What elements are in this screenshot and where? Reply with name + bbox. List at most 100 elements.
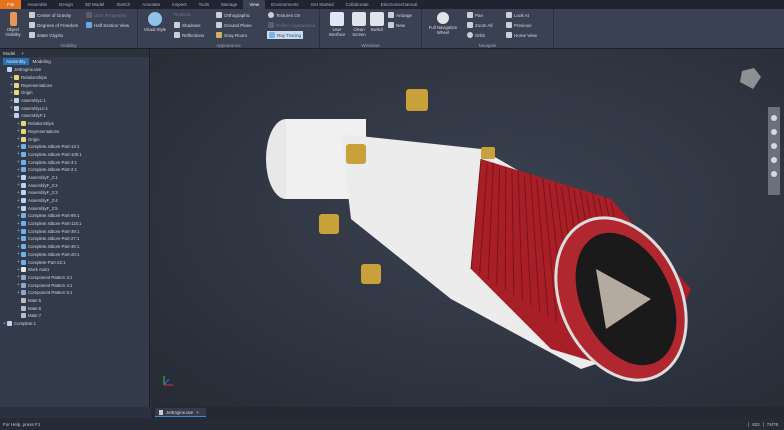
reflect-appearance-button[interactable]: Reflect Appearance	[268, 22, 315, 28]
tree-node[interactable]: + Relationships	[2, 74, 149, 82]
pan-button[interactable]: Pan	[467, 12, 483, 18]
tree-node-label: JetEngine.iam	[14, 67, 42, 73]
shadows-button[interactable]: Shadows	[174, 22, 201, 28]
orthographic-button[interactable]: Orthographic	[216, 12, 250, 18]
tree-node[interactable]: + Complete.stibom-Part-2:1	[2, 166, 149, 174]
user-iproperties-button[interactable]: User iProperties	[86, 12, 126, 18]
user-interface-button[interactable]: User Interface	[326, 12, 348, 37]
realistic-dropdown[interactable]: Realistic	[174, 12, 191, 17]
object-visibility-button[interactable]: Object Visibility	[2, 12, 24, 37]
tree-node[interactable]: + AssemblyF_2:5	[2, 204, 149, 212]
subtab-assembly[interactable]: Assembly	[3, 58, 29, 65]
steering-wheel-icon[interactable]	[771, 115, 777, 121]
tree-node[interactable]: + Complete.stibom-Part-27:1	[2, 235, 149, 243]
orbit-icon	[467, 32, 473, 38]
reflections-button[interactable]: Reflections	[174, 32, 204, 38]
tree-node[interactable]: + AssemblyF_2:3	[2, 189, 149, 197]
home-view-button[interactable]: Home View	[506, 32, 537, 38]
arrange-button[interactable]: Arrange	[388, 12, 412, 18]
visual-style-button[interactable]: Visual Style	[142, 12, 168, 32]
orbit-button[interactable]: Orbit	[467, 32, 485, 38]
zoom-all-button[interactable]: Zoom All	[467, 22, 493, 28]
tree-node[interactable]: + Complete.stibom-Part-20:1	[2, 251, 149, 259]
tab-sketch[interactable]: Sketch	[110, 0, 136, 9]
degrees-of-freedom-button[interactable]: Degrees of Freedom	[29, 22, 78, 28]
tree-node[interactable]: + Complete.stibom-Part-39:1	[2, 227, 149, 235]
tab-get-started[interactable]: Get Started	[305, 0, 340, 9]
panel-label: Appearance	[216, 43, 241, 48]
tree-node[interactable]: + Relationships	[2, 120, 149, 128]
navigation-bar[interactable]	[768, 107, 780, 195]
tree-node[interactable]: Mate:5	[2, 297, 149, 305]
gravity-icon	[29, 12, 35, 18]
subtab-modeling[interactable]: Modeling	[33, 59, 51, 64]
tree-node-label: Representations	[28, 128, 60, 134]
tab-environments[interactable]: Environments	[265, 0, 305, 9]
tab-collaborate[interactable]: Collaborate	[340, 0, 375, 9]
tree-node[interactable]: + AssemblyF_2:4	[2, 197, 149, 205]
tree-node[interactable]: + Component Pattern 3:1	[2, 274, 149, 282]
tree-node[interactable]: + Representations	[2, 81, 149, 89]
tree-node[interactable]: + Representations	[2, 128, 149, 136]
ray-tracing-button[interactable]: Ray Tracing	[267, 31, 304, 39]
tree-node[interactable]: + AssemblyLn:1	[2, 104, 149, 112]
tree-node[interactable]: + Work Axis1	[2, 266, 149, 274]
ground-plane-button[interactable]: Ground Plane	[216, 22, 252, 28]
document-tab-jetengine[interactable]: JetEngine.iam ×	[155, 408, 206, 417]
full-navigation-wheel-button[interactable]: Full Navigation Wheel	[426, 12, 460, 35]
tree-node[interactable]: − AssemblyF:1	[2, 112, 149, 120]
tree-node[interactable]: + Complete:1	[2, 320, 149, 328]
tab-assemble[interactable]: Assemble	[21, 0, 53, 9]
tree-node[interactable]: + Complete.stibom-Part-99:1	[2, 212, 149, 220]
tree-node[interactable]: + Component Pattern 5:1	[2, 289, 149, 297]
tree-node[interactable]: + Assembly1:1	[2, 97, 149, 105]
tree-node[interactable]: + Complete-Part-22:1	[2, 258, 149, 266]
viewcube[interactable]	[737, 67, 763, 91]
tab-annotate[interactable]: Annotate	[136, 0, 166, 9]
browser-title[interactable]: Model	[3, 51, 15, 56]
tree-node[interactable]: + Complete.stibom-Part-115:1	[2, 220, 149, 228]
tab-3d-model[interactable]: 3D Model	[79, 0, 110, 9]
zoom-icon[interactable]	[771, 143, 777, 149]
close-tab-icon[interactable]: ×	[196, 410, 199, 415]
look-at-icon[interactable]	[771, 171, 777, 177]
tree-node[interactable]: + Complete.stibom-Part-36:1	[2, 243, 149, 251]
switch-icon	[370, 12, 384, 26]
previous-view-button[interactable]: Previous	[506, 22, 532, 28]
clean-screen-button[interactable]: Clean Screen	[349, 12, 369, 37]
tab-manage[interactable]: Manage	[215, 0, 243, 9]
add-browser-tab-button[interactable]: +	[21, 51, 24, 56]
tree-node[interactable]: Mate:7	[2, 312, 149, 320]
tree-node[interactable]: Mate:6	[2, 304, 149, 312]
engine-body	[266, 119, 691, 382]
half-section-view-button[interactable]: Half Section View	[86, 22, 129, 28]
tree-node[interactable]: + Complete.stibom-Part-105:1	[2, 151, 149, 159]
imate-glyphs-button[interactable]: iMate Glyphs	[29, 32, 63, 38]
tab-tools[interactable]: Tools	[193, 0, 216, 9]
tree-node[interactable]: JetEngine.iam	[2, 66, 149, 74]
tree-node[interactable]: + Complete.stibom-Part-13:1	[2, 143, 149, 151]
tab-file[interactable]: File	[0, 0, 22, 9]
tree-node[interactable]: + AssemblyF_2:1	[2, 174, 149, 182]
tree-node[interactable]: + AssemblyF_2:2	[2, 181, 149, 189]
tree-node[interactable]: + Complete.stibom-Part-3:1	[2, 158, 149, 166]
look-at-button[interactable]: Look At	[506, 12, 529, 18]
gray-room-button[interactable]: Gray Room	[216, 32, 247, 38]
panel-label: Navigate	[478, 43, 497, 48]
textures-on-button[interactable]: Textures On	[268, 12, 300, 18]
tab-design[interactable]: Design	[53, 0, 79, 9]
pan-icon[interactable]	[771, 129, 777, 135]
tree-node[interactable]: + Origin	[2, 89, 149, 97]
tree-node-label: Complete.stibom-Part-105:1	[28, 151, 82, 157]
tab-inspect[interactable]: Inspect	[166, 0, 193, 9]
tree-node[interactable]: + Origin	[2, 135, 149, 143]
tree-node[interactable]: + Component Pattern 4:1	[2, 281, 149, 289]
switch-button[interactable]: Switch	[368, 12, 386, 32]
tab-electromechanical[interactable]: Electromechanical	[375, 0, 424, 9]
graphics-viewport[interactable]	[151, 49, 784, 407]
new-window-button[interactable]: New	[388, 22, 405, 28]
part-icon	[21, 159, 26, 165]
center-of-gravity-button[interactable]: Center of Gravity	[29, 12, 71, 18]
tab-view[interactable]: View	[243, 0, 266, 9]
orbit-icon[interactable]	[771, 157, 777, 163]
